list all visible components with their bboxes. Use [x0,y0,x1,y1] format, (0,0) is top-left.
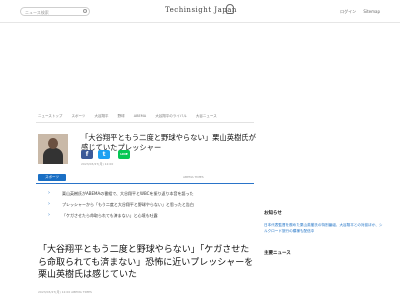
list-item-text: 栗山英樹氏がABEMAの番組で、大谷翔平とWBCを振り返り本音を語った [62,191,194,196]
sidebar-title: 主要ニュース [264,251,291,256]
breadcrumb: ニューストップ スポーツ 大谷翔平 野球 ABEMA 大谷翔平のライバル 大谷ニ… [38,114,225,119]
facebook-share-button[interactable]: f [81,150,93,159]
arrow-right-icon: › [48,201,50,207]
breadcrumb-item[interactable]: 野球 [118,114,125,118]
list-item-text: 「ケガさせたら命取られても済まない」と心境も吐露 [62,213,158,218]
site-header: ニュース検索 Techinsight Japan ログイン Sitemap [0,0,400,23]
category-badge[interactable]: スポーツ [38,174,66,181]
sidebar-title: お知らせ [264,211,282,216]
list-item: › 「ケガさせたら命取られても済まない」と心境も吐露 [42,210,254,221]
sitemap-link[interactable]: Sitemap [363,9,380,14]
arrow-right-icon: › [48,190,50,196]
article-thumbnail [38,134,68,164]
arrow-right-icon: › [48,212,50,218]
article-date: 2023/03/27(月) 12:00 [81,162,114,166]
breadcrumb-item[interactable]: スポーツ [71,114,85,118]
divider [36,183,254,184]
breadcrumb-item[interactable]: 大谷ニュース [196,114,217,118]
search-placeholder: ニュース検索 [25,10,49,15]
breadcrumb-item[interactable]: 大谷翔平 [95,114,109,118]
sidebar-link[interactable]: 日本代表監督を務めた栗山英樹氏の特別番組、大谷翔平との対談ほか、シルクロード旅行… [264,222,384,234]
breadcrumb-item[interactable]: ニューストップ [38,114,62,118]
article-foot-meta: 2023/03/27(月) 12:00 ABEMA TIMES [38,290,92,294]
thumbnail-person-head [48,138,58,149]
divider [36,122,254,123]
login-link[interactable]: ログイン [340,9,356,14]
breadcrumb-item[interactable]: 大谷翔平のライバル [155,114,186,118]
article-credit: ABEMA TIMES [183,175,204,179]
header-links: ログイン Sitemap [334,9,380,15]
search-icon[interactable] [83,9,87,13]
list-item-text: プレッシャーから「もう二度と大谷翔平と野球やらない」と思ったと告白 [62,202,194,207]
summary-points: › 栗山英樹氏がABEMAの番組で、大谷翔平とWBCを振り返り本音を語った › … [42,188,254,221]
line-share-button[interactable]: LINE [118,150,130,159]
twitter-share-button[interactable]: t [98,150,110,159]
thumbnail-person-body [43,148,63,164]
article-headline: 「大谷翔平ともう二度と野球やらない」「ケガさせたら命取られても済まない」恐怖に近… [38,245,254,280]
list-item: › プレッシャーから「もう二度と大谷翔平と野球やらない」と思ったと告白 [42,199,254,210]
list-item: › 栗山英樹氏がABEMAの番組で、大谷翔平とWBCを振り返り本音を語った [42,188,254,199]
mascot-icon [226,4,234,14]
search-input[interactable]: ニュース検索 [20,7,90,16]
breadcrumb-item[interactable]: ABEMA [134,114,146,118]
